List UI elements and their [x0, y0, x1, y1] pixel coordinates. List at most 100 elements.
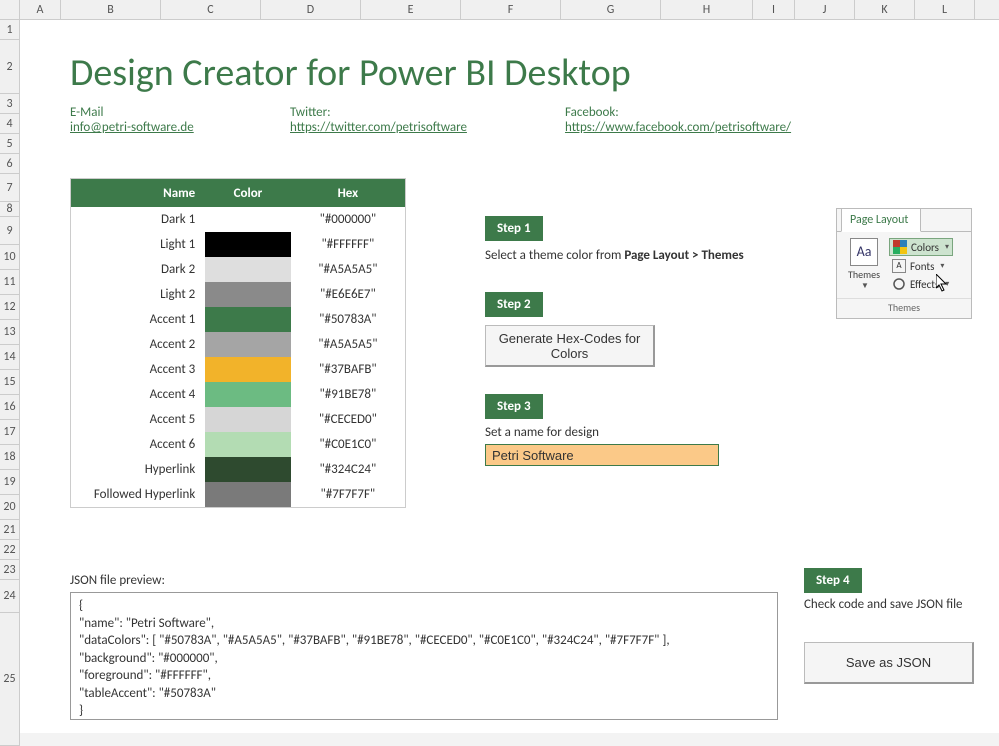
design-name-input[interactable]	[485, 444, 719, 466]
table-row: Light 2"#E6E6E7"	[71, 282, 405, 307]
col-header[interactable]: J	[795, 0, 855, 19]
color-hex: "#37BAFB"	[291, 362, 405, 377]
row-header[interactable]: 9	[0, 217, 19, 245]
color-hex: "#91BE78"	[291, 387, 405, 402]
row-header[interactable]: 2	[0, 40, 19, 94]
twitter-label: Twitter:	[290, 105, 467, 120]
fonts-icon: A	[892, 259, 906, 273]
generate-hex-button[interactable]: Generate Hex-Codes for Colors	[485, 325, 655, 367]
step3-text: Set a name for design	[485, 425, 599, 440]
contact-twitter: Twitter: https://twitter.com/petrisoftwa…	[290, 105, 467, 135]
ribbon-themes-button[interactable]: Aa Themes ▼	[843, 238, 885, 292]
chevron-down-icon: ▾	[945, 279, 949, 289]
facebook-link[interactable]: https://www.facebook.com/petrisoftware/	[565, 120, 791, 135]
row-header[interactable]: 12	[0, 295, 19, 320]
chevron-down-icon: ▾	[945, 242, 949, 252]
ribbon-colors-button[interactable]: Colors▾	[889, 238, 953, 256]
effects-icon	[892, 277, 906, 291]
col-header[interactable]: F	[461, 0, 561, 19]
color-name: Accent 5	[71, 412, 205, 427]
step2-badge: Step 2	[485, 292, 543, 317]
json-line: "tableAccent": "#50783A"	[79, 685, 769, 703]
column-headers: ABCDEFGHIJKL	[0, 0, 999, 20]
color-swatch	[205, 232, 290, 257]
json-line: "background": "#000000",	[79, 650, 769, 668]
row-header[interactable]: 22	[0, 540, 19, 560]
row-header[interactable]: 24	[0, 580, 19, 613]
col-header[interactable]: L	[915, 0, 975, 19]
col-header[interactable]: B	[61, 0, 161, 19]
contact-email: E-Mail info@petri-software.de	[70, 105, 194, 135]
row-header[interactable]: 14	[0, 345, 19, 370]
table-row: Accent 6"#C0E1C0"	[71, 432, 405, 457]
email-link[interactable]: info@petri-software.de	[70, 120, 194, 135]
color-swatch	[205, 382, 290, 407]
col-header[interactable]: C	[161, 0, 261, 19]
color-hex: "#A5A5A5"	[291, 262, 405, 277]
row-header[interactable]: 13	[0, 320, 19, 345]
color-swatch	[205, 432, 290, 457]
table-row: Accent 4"#91BE78"	[71, 382, 405, 407]
row-header[interactable]: 10	[0, 245, 19, 270]
col-header[interactable]: A	[20, 0, 61, 19]
color-swatch	[205, 482, 290, 507]
row-header[interactable]: 11	[0, 270, 19, 295]
row-header[interactable]: 15	[0, 370, 19, 395]
color-name: Dark 1	[71, 212, 205, 227]
ribbon-screenshot: Page Layout Aa Themes ▼ Colors▾ A	[836, 208, 972, 319]
color-swatch	[205, 307, 290, 332]
color-name: Followed Hyperlink	[71, 487, 205, 502]
row-header[interactable]: 21	[0, 520, 19, 540]
row-header[interactable]: 8	[0, 202, 19, 217]
table-row: Accent 3"#37BAFB"	[71, 357, 405, 382]
row-header[interactable]: 25	[0, 613, 19, 746]
row-header[interactable]: 3	[0, 94, 19, 114]
row-header[interactable]: 1	[0, 20, 19, 40]
colors-icon	[893, 240, 907, 254]
table-row: Dark 1"#000000"	[71, 207, 405, 232]
ribbon-fonts-button[interactable]: A Fonts▾	[889, 258, 953, 274]
step4-badge: Step 4	[804, 568, 862, 593]
chevron-down-icon: ▾	[940, 261, 944, 271]
row-header[interactable]: 4	[0, 114, 19, 134]
color-name: Light 2	[71, 287, 205, 302]
page-title: Design Creator for Power BI Desktop	[70, 50, 631, 96]
table-row: Hyperlink"#324C24"	[71, 457, 405, 482]
col-header[interactable]: E	[361, 0, 461, 19]
row-header[interactable]: 5	[0, 134, 19, 154]
col-header[interactable]: D	[261, 0, 361, 19]
row-header[interactable]: 16	[0, 395, 19, 420]
json-line: }	[79, 702, 769, 720]
json-line: "foreground": "#FFFFFF",	[79, 667, 769, 685]
row-header[interactable]: 20	[0, 495, 19, 520]
color-hex: "#C0E1C0"	[291, 437, 405, 452]
row-header[interactable]: 6	[0, 154, 19, 174]
twitter-link[interactable]: https://twitter.com/petrisoftware	[290, 120, 467, 135]
col-header[interactable]: I	[753, 0, 795, 19]
row-header[interactable]: 18	[0, 445, 19, 470]
contact-facebook: Facebook: https://www.facebook.com/petri…	[565, 105, 791, 135]
color-swatch	[205, 357, 290, 382]
json-line: "name": "Petri Software",	[79, 615, 769, 633]
row-header[interactable]: 19	[0, 470, 19, 495]
chevron-down-icon: ▼	[845, 281, 885, 291]
table-row: Accent 5"#CECED0"	[71, 407, 405, 432]
table-row: Followed Hyperlink "#7F7F7F"	[71, 482, 405, 507]
ribbon-tab-page-layout[interactable]: Page Layout	[841, 208, 921, 232]
col-header[interactable]: K	[855, 0, 915, 19]
row-header[interactable]: 7	[0, 174, 19, 202]
row-header[interactable]: 23	[0, 560, 19, 580]
ribbon-group-label: Themes	[837, 298, 971, 318]
col-header[interactable]: H	[661, 0, 753, 19]
color-name: Accent 2	[71, 337, 205, 352]
color-hex: "#7F7F7F"	[291, 487, 405, 502]
ribbon-effects-button[interactable]: Effects▾	[889, 276, 953, 292]
json-preview-box[interactable]: {"name": "Petri Software","dataColors": …	[70, 592, 778, 720]
col-header[interactable]: G	[561, 0, 661, 19]
color-swatch	[205, 257, 290, 282]
row-headers: 1234567891011121314151617181920212223242…	[0, 20, 20, 746]
color-hex: "#FFFFFF"	[291, 237, 405, 252]
save-json-button[interactable]: Save as JSON	[804, 642, 974, 684]
row-header[interactable]: 17	[0, 420, 19, 445]
json-line: "dataColors": [ "#50783A", "#A5A5A5", "#…	[79, 632, 769, 650]
